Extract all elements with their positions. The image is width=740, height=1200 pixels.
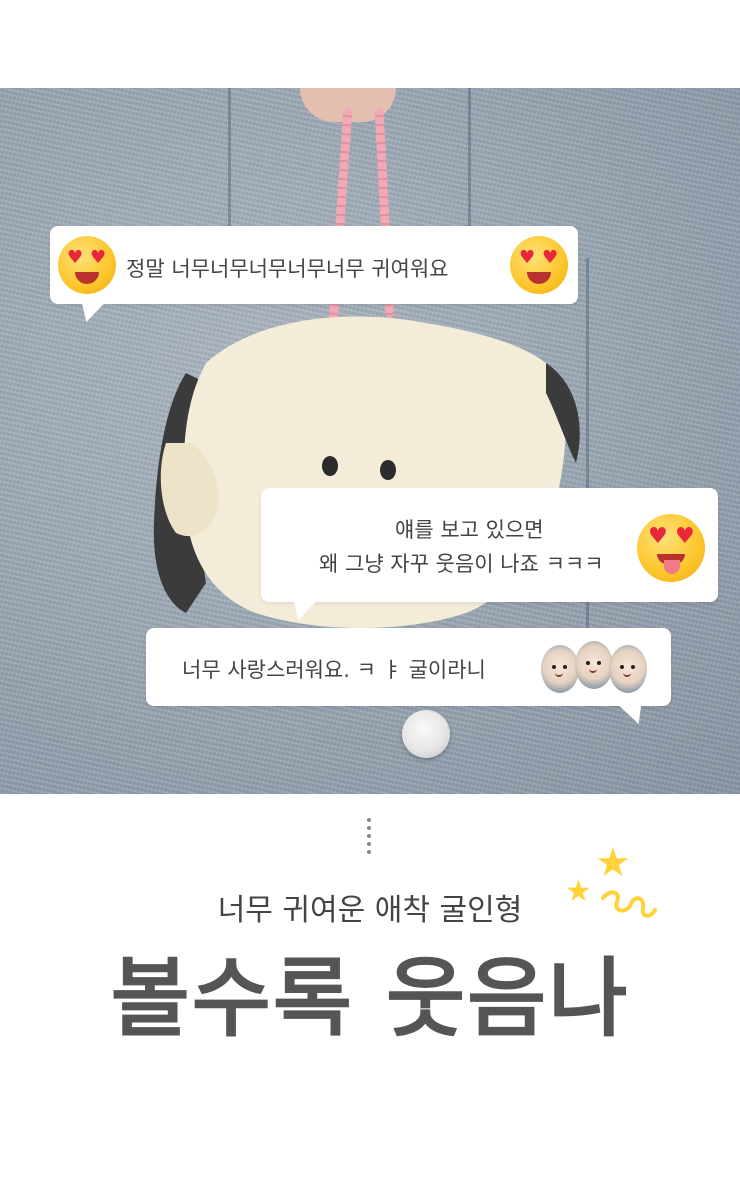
- emoji-tongue: [664, 560, 680, 574]
- oyster-eye: [552, 665, 556, 669]
- emoji-mouth: [75, 272, 99, 284]
- heart-icon: ♥: [542, 247, 559, 268]
- oyster-eye: [597, 661, 601, 665]
- comment-text-3: 너무 사랑스러워요. ㅋ ㅑ 굴이라니: [182, 658, 486, 682]
- jacket-seam-right: [468, 88, 471, 248]
- oyster-eye: [620, 665, 624, 669]
- oyster-mouth: [623, 671, 631, 677]
- oyster-eye: [586, 661, 590, 665]
- comment-text-1: 정말 너무너무너무너무너무 귀여워요: [126, 257, 449, 281]
- comment-bubble-3: 너무 사랑스러워요. ㅋ ㅑ 굴이라니: [146, 628, 671, 706]
- oyster-mouth: [589, 667, 597, 673]
- jacket-seam-left: [228, 88, 231, 228]
- swirl-icon: [601, 890, 657, 918]
- oyster-eye: [563, 665, 567, 669]
- heart-eyes-emoji: ♥ ♥: [510, 236, 568, 294]
- oyster-icon: [609, 645, 647, 693]
- plush-eye-left: [322, 456, 338, 476]
- oyster-eye: [631, 665, 635, 669]
- jacket-snap-button: [402, 710, 450, 758]
- comment-bubble-2: 얘를 보고 있으면 왜 그냥 자꾸 웃음이 나죠 ㅋㅋㅋ ♥ ♥: [261, 488, 718, 602]
- main-title: 볼수록 웃음나: [110, 949, 630, 1049]
- heart-icon: ♥: [648, 524, 668, 549]
- heart-icon: ♥: [67, 247, 84, 268]
- heart-icon: ♥: [675, 524, 695, 549]
- comment-text-2-line1: 얘를 보고 있으면: [395, 518, 544, 542]
- emoji-mouth: [527, 272, 551, 284]
- heart-icon: ♥: [90, 247, 107, 268]
- vertical-dots-icon: [367, 818, 373, 858]
- heart-eyes-emoji: ♥ ♥: [58, 236, 116, 294]
- oyster-icon: [575, 641, 613, 689]
- tongue-heart-eyes-emoji: ♥ ♥: [637, 514, 705, 582]
- oyster-icon: [541, 645, 579, 693]
- comment-bubble-1: ♥ ♥ 정말 너무너무너무너무너무 귀여워요 ♥ ♥: [50, 226, 578, 304]
- oyster-trio-icon: [541, 641, 651, 697]
- star-sparkle-icon: ★ ★: [565, 840, 665, 930]
- comment-text-2-line2: 왜 그냥 자꾸 웃음이 나죠 ㅋㅋㅋ: [319, 552, 604, 576]
- plush-eye-right: [380, 460, 396, 480]
- oyster-mouth: [555, 671, 563, 677]
- heart-icon: ♥: [519, 247, 536, 268]
